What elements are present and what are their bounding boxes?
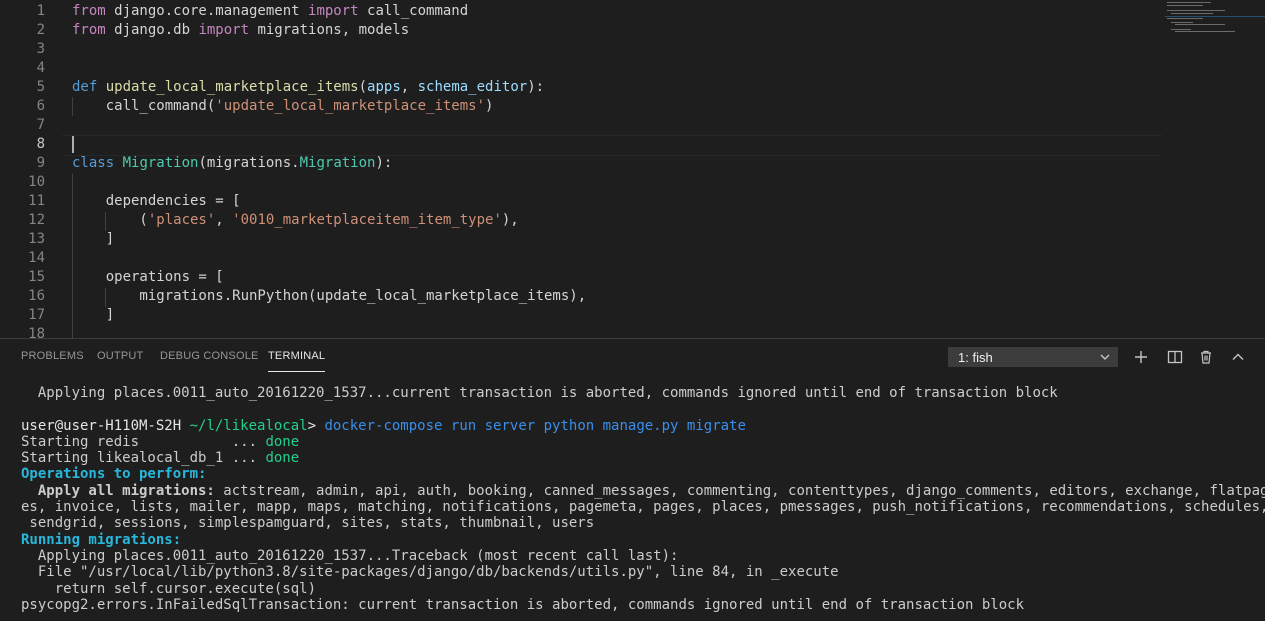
code-area[interactable]: from django.core.management import call_… — [72, 0, 1265, 338]
code-line: call_command('update_local_marketplace_i… — [72, 98, 494, 114]
code-editor[interactable]: 1 2 3 4 5 6 7 8 9 10 11 12 13 14 15 16 1… — [0, 0, 1265, 338]
prompt-user: user@user-H110M-S2H — [21, 417, 182, 434]
line-number: 15 — [28, 269, 45, 285]
line-number: 14 — [28, 250, 45, 266]
tab-problems[interactable]: PROBLEMS — [21, 350, 84, 362]
line-number: 4 — [36, 60, 45, 76]
code-line: from django.core.management import call_… — [72, 3, 469, 19]
terminal-line: Operations to perform: — [21, 466, 207, 483]
terminal-prompt-line: user@user-H110M-S2H ~/l/likealocal> dock… — [21, 417, 746, 434]
line-number: 13 — [28, 231, 45, 247]
terminal-line: Running migrations: — [21, 531, 182, 548]
prompt-path: ~/l/likealocal — [181, 417, 308, 434]
code-line: ] — [72, 231, 115, 247]
line-number: 7 — [36, 117, 45, 133]
line-number: 12 — [28, 212, 45, 228]
minimap-line — [1167, 10, 1225, 11]
bottom-panel: PROBLEMS OUTPUT DEBUG CONSOLE TERMINAL 1… — [0, 338, 1265, 621]
line-number-gutter: 1 2 3 4 5 6 7 8 9 10 11 12 13 14 15 16 1… — [0, 0, 58, 338]
line-number: 6 — [36, 98, 45, 114]
terminal-line: Apply all migrations: actstream, admin, … — [21, 482, 1265, 499]
terminal-line: es, invoice, lists, mailer, mapp, maps, … — [21, 499, 1265, 516]
tab-debug-console[interactable]: DEBUG CONSOLE — [160, 350, 259, 362]
terminal-line: File "/usr/local/lib/python3.8/site-pack… — [21, 564, 839, 581]
minimap-line — [1175, 24, 1225, 25]
code-line: ('places', '0010_marketplaceitem_item_ty… — [72, 212, 519, 228]
trash-icon[interactable] — [1197, 348, 1215, 366]
terminal-line: Applying places.0011_auto_20161220_1537.… — [21, 547, 679, 564]
minimap-line — [1171, 13, 1213, 14]
terminal-line: return self.cursor.execute(sql) — [21, 580, 317, 597]
line-number: 17 — [28, 307, 45, 323]
line-number: 8 — [36, 136, 45, 152]
terminal-select-value: 1: fish — [958, 350, 993, 365]
chevron-down-icon — [1100, 354, 1110, 360]
split-icon[interactable] — [1166, 348, 1184, 366]
minimap-line — [1171, 22, 1193, 23]
terminal-line: Applying places.0011_auto_20161220_1537.… — [21, 385, 1058, 401]
minimap-line — [1167, 18, 1203, 19]
add-icon[interactable] — [1132, 348, 1150, 366]
minimap-line — [1175, 31, 1235, 32]
code-line: dependencies = [ — [72, 193, 241, 209]
code-line: def update_local_marketplace_items(apps,… — [72, 79, 545, 95]
line-number: 1 — [36, 3, 45, 19]
terminal-line: Starting likealocal_db_1 ... done — [21, 450, 300, 467]
line-number: 11 — [28, 193, 45, 209]
line-number: 2 — [36, 22, 45, 38]
code-line: from django.db import migrations, models — [72, 22, 410, 38]
minimap-line — [1167, 2, 1211, 3]
minimap-line — [1167, 5, 1203, 6]
line-number: 9 — [36, 155, 45, 171]
terminal-output[interactable]: Applying places.0011_auto_20161220_1537.… — [21, 385, 1265, 613]
line-number: 10 — [28, 174, 45, 190]
line-number: 18 — [28, 326, 45, 338]
code-line: migrations.RunPython(update_local_market… — [72, 288, 587, 304]
panel-tabs: PROBLEMS OUTPUT DEBUG CONSOLE TERMINAL — [0, 339, 900, 375]
minimap[interactable] — [1165, 0, 1265, 45]
terminal-line: psycopg2.errors.InFailedSqlTransaction: … — [21, 596, 1025, 613]
code-line: ] — [72, 307, 115, 323]
tab-output[interactable]: OUTPUT — [97, 350, 143, 362]
line-number: 16 — [28, 288, 45, 304]
terminal-select[interactable]: 1: fish — [948, 347, 1118, 367]
minimap-line — [1171, 29, 1191, 30]
tab-terminal[interactable]: TERMINAL — [268, 350, 326, 372]
line-number: 5 — [36, 79, 45, 95]
terminal-line: sendgrid, sessions, simplespamguard, sit… — [21, 515, 595, 532]
line-number: 3 — [36, 41, 45, 57]
minimap-line — [1165, 16, 1265, 17]
terminal-line: Starting redis ... done — [21, 433, 300, 450]
code-line: operations = [ — [72, 269, 224, 285]
chevron-up-icon[interactable] — [1229, 348, 1247, 366]
code-line: class Migration(migrations.Migration): — [72, 155, 393, 171]
